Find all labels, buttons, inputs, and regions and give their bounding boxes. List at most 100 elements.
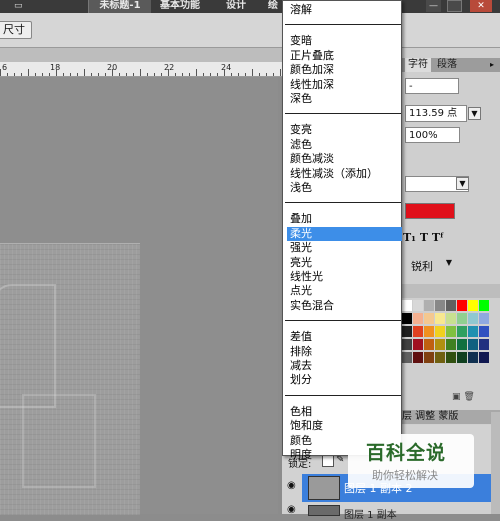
blend-mode-item[interactable]: 颜色加深	[290, 63, 334, 77]
color-swatch[interactable]	[402, 313, 412, 324]
color-swatch[interactable]	[424, 352, 434, 363]
blend-mode-item[interactable]: 减去	[290, 359, 312, 373]
color-swatch[interactable]	[457, 313, 467, 324]
blend-mode-item[interactable]: 强光	[290, 241, 312, 255]
rectangle-tool-icon[interactable]: ▭	[14, 1, 28, 11]
blend-mode-item[interactable]: 颜色	[290, 434, 312, 448]
chevron-down-icon[interactable]: ▼	[443, 258, 455, 270]
color-swatch[interactable]	[446, 300, 456, 311]
color-swatch[interactable]	[457, 300, 467, 311]
minimize-button[interactable]: —	[426, 0, 441, 12]
color-swatch[interactable]	[479, 352, 489, 363]
color-swatch[interactable]	[479, 326, 489, 337]
color-swatch[interactable]	[435, 352, 445, 363]
anti-alias-dropdown[interactable]: 锐利	[411, 258, 433, 274]
blend-mode-item[interactable]: 线性加深	[290, 78, 334, 92]
workspace-design-button[interactable]: 设计	[226, 0, 256, 13]
eye-icon[interactable]: ◉	[287, 480, 296, 491]
color-swatch[interactable]	[468, 326, 478, 337]
color-swatch[interactable]	[446, 352, 456, 363]
blend-mode-item[interactable]: 亮光	[290, 256, 312, 270]
maximize-button[interactable]	[447, 0, 462, 12]
blend-mode-item[interactable]: 差值	[290, 330, 312, 344]
color-swatch[interactable]	[424, 326, 434, 337]
blend-mode-item[interactable]: 实色混合	[290, 299, 334, 313]
swatches-grid[interactable]	[402, 300, 490, 366]
size-button[interactable]: 尺寸	[0, 21, 32, 39]
blend-mode-item[interactable]: 线性减淡（添加）	[290, 167, 378, 181]
color-swatch[interactable]	[402, 326, 412, 337]
color-swatch[interactable]	[402, 300, 412, 311]
vertical-scale-field[interactable]: 100%	[405, 127, 460, 143]
blend-mode-item[interactable]: 浅色	[290, 181, 312, 195]
color-swatch[interactable]	[457, 352, 467, 363]
color-swatch[interactable]	[413, 300, 423, 311]
blend-mode-item[interactable]: 变亮	[290, 123, 312, 137]
eye-icon[interactable]: ◉	[287, 504, 296, 515]
blend-mode-item[interactable]: 溶解	[290, 3, 312, 17]
blend-mode-item[interactable]: 正片叠底	[290, 49, 334, 63]
workspace-tab-active[interactable]: 未标题-1	[88, 0, 151, 13]
lock-transparency-checkbox[interactable]	[322, 455, 334, 467]
color-swatch[interactable]	[446, 339, 456, 350]
color-swatch[interactable]	[435, 326, 445, 337]
blend-mode-item[interactable]: 色相	[290, 405, 312, 419]
color-swatch[interactable]	[435, 300, 445, 311]
ruler-tick	[238, 73, 239, 76]
canvas-image[interactable]	[0, 243, 140, 515]
menu-bar: ▭ 未标题-1 基本功能 设计 绘 — ✕	[0, 0, 500, 13]
chevron-down-icon[interactable]: ▼	[468, 107, 481, 120]
color-swatch[interactable]	[468, 313, 478, 324]
color-swatch[interactable]	[424, 339, 434, 350]
panel-menu-icon[interactable]: ▸	[486, 58, 498, 72]
color-swatch[interactable]	[468, 339, 478, 350]
color-swatch[interactable]	[468, 352, 478, 363]
color-swatch[interactable]	[468, 300, 478, 311]
color-swatch[interactable]	[479, 339, 489, 350]
color-swatch[interactable]	[413, 352, 423, 363]
blend-mode-item[interactable]: 划分	[290, 373, 312, 387]
color-swatch[interactable]	[402, 352, 412, 363]
blend-mode-menu[interactable]: 溶解变暗 正片叠底 颜色加深 线性加深 深色变亮 滤色 颜色减淡 线性减淡（添加） 浅色叠加 柔光…	[282, 0, 402, 461]
color-swatch[interactable]	[413, 313, 423, 324]
color-swatch[interactable]	[424, 300, 434, 311]
color-swatch[interactable]	[457, 326, 467, 337]
font-size-field[interactable]: 113.59 点	[405, 105, 467, 122]
color-swatch[interactable]	[435, 339, 445, 350]
color-swatch[interactable]	[424, 313, 434, 324]
blend-mode-item[interactable]: 叠加	[290, 212, 312, 226]
blend-mode-item[interactable]: 排除	[290, 345, 312, 359]
close-button[interactable]: ✕	[470, 0, 492, 12]
blend-mode-item[interactable]: 明度	[290, 448, 312, 462]
color-swatch[interactable]	[446, 313, 456, 324]
color-swatch[interactable]	[446, 326, 456, 337]
character-panel-tabs: 字符 段落 ▸	[400, 58, 500, 72]
workspace-more-button[interactable]: 绘	[268, 0, 280, 13]
blend-mode-item[interactable]: 深色	[290, 92, 312, 106]
color-swatch[interactable]	[479, 313, 489, 324]
blend-mode-item[interactable]: 颜色减淡	[290, 152, 334, 166]
workspace-basic-button[interactable]: 基本功能	[160, 0, 210, 13]
tab-paragraph[interactable]: 段落	[433, 58, 461, 72]
color-swatch[interactable]	[402, 339, 412, 350]
color-swatch[interactable]	[435, 313, 445, 324]
color-swatch[interactable]	[457, 339, 467, 350]
layers-scrollbar[interactable]	[491, 412, 500, 514]
color-swatch[interactable]	[413, 326, 423, 337]
color-swatch[interactable]	[479, 300, 489, 311]
font-style-dropdown[interactable]: -	[405, 78, 459, 94]
blend-mode-item[interactable]: 变暗	[290, 34, 312, 48]
tab-character[interactable]: 字符	[405, 58, 431, 72]
type-style-icons[interactable]: T₁ T Tᶠ	[403, 231, 463, 245]
color-swatch[interactable]	[413, 339, 423, 350]
blend-mode-item[interactable]: 线性光	[290, 270, 323, 284]
watermark-title: 百科全说	[366, 442, 447, 464]
blend-mode-item[interactable]: 柔光	[287, 226, 402, 241]
blend-mode-item[interactable]: 点光	[290, 284, 312, 298]
swatch-actions-icons[interactable]: ▣ 🗑	[452, 392, 475, 402]
adjustments-tabs[interactable]: 层 调整 蒙版	[402, 410, 500, 424]
text-color-swatch[interactable]	[405, 203, 455, 219]
chevron-down-icon[interactable]: ▼	[456, 177, 469, 190]
blend-mode-item[interactable]: 滤色	[290, 138, 312, 152]
blend-mode-item[interactable]: 饱和度	[290, 419, 323, 433]
